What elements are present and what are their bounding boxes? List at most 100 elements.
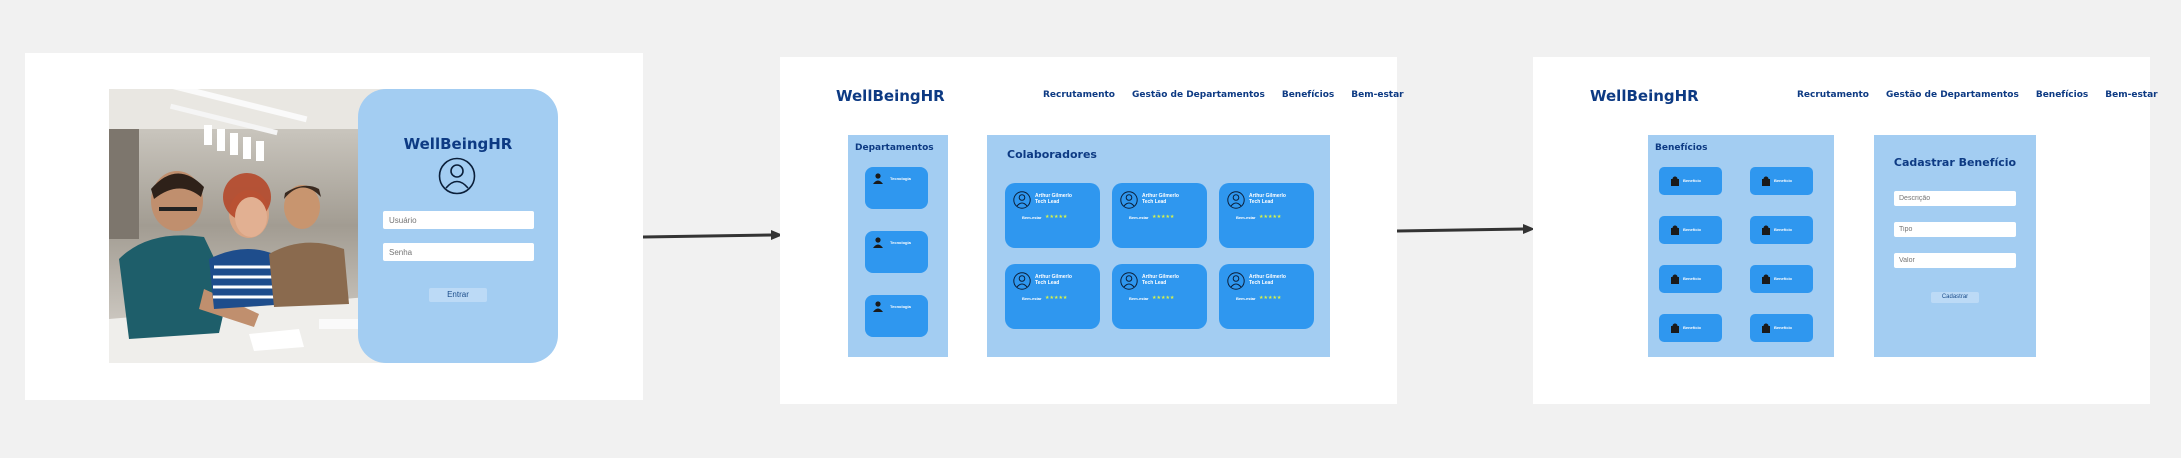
department-label: Tecnologia [890,304,911,309]
benefits-title: Benefícios [1655,143,1708,153]
wellbeing-rating: ★★★★★ [1152,214,1175,220]
wellbeing-label: Bem-estar [1022,215,1042,220]
benefit-label: Benefício [1683,325,1702,330]
collaborator-card[interactable]: Arthur Gilmerlo Tech Lead Bem-estar ★★★★… [1219,183,1314,248]
collaborator-avatar-icon [1120,191,1138,209]
collaborator-role: Tech Lead [1035,199,1060,205]
nav-beneficios[interactable]: Benefícios [1282,90,1334,100]
wellbeing-label: Bem-estar [1236,296,1256,301]
wellbeing-label: Bem-estar [1022,296,1042,301]
nav-gestao-departamentos[interactable]: Gestão de Departamentos [1886,90,2019,100]
collaborator-name: Arthur Gilmerlo Tech Lead [1249,274,1286,286]
nav-beneficios[interactable]: Benefícios [2036,90,2088,100]
benefit-icon [1762,323,1770,333]
collaborator-card[interactable]: Arthur Gilmerlo Tech Lead Bem-estar ★★★★… [1219,264,1314,329]
benefit-icon [1762,225,1770,235]
user-avatar-icon [438,157,476,200]
department-label: Tecnologia [890,240,911,245]
collaborator-name: Arthur Gilmerlo Tech Lead [1035,274,1072,286]
wellbeing-rating: ★★★★★ [1259,214,1282,220]
wellbeing-label: Bem-estar [1129,215,1149,220]
collaborator-role: Tech Lead [1142,199,1167,205]
wellbeing-label: Bem-estar [1129,296,1149,301]
benefit-icon [1671,323,1679,333]
benefit-label: Benefício [1683,276,1702,281]
departments-panel: Departamentos Tecnologia Tecnologia Tecn… [848,135,948,357]
username-input[interactable] [383,211,534,229]
wellbeing-label: Bem-estar [1236,215,1256,220]
value-input[interactable] [1894,253,2016,268]
collaborators-screen-frame: WellBeingHR Recrutamento Gestão de Depar… [780,57,1404,404]
description-input[interactable] [1894,191,2016,206]
wellbeing-rating: ★★★★★ [1152,295,1175,301]
brand-logo: WellBeingHR [1590,87,1699,105]
collaborator-avatar-icon [1120,272,1138,290]
department-icon [873,173,883,184]
collaborator-name: Arthur Gilmerlo Tech Lead [1035,193,1072,205]
benefit-label: Benefício [1683,227,1702,232]
benefit-card[interactable]: Benefício [1750,167,1813,195]
nav-gestao-departamentos[interactable]: Gestão de Departamentos [1132,90,1265,100]
benefit-card[interactable]: Benefício [1750,265,1813,293]
nav-bem-estar[interactable]: Bem-estar [2105,90,2157,100]
collaborator-avatar-icon [1013,272,1031,290]
wellbeing-rating: ★★★★★ [1045,214,1068,220]
nav-recrutamento[interactable]: Recrutamento [1797,90,1869,100]
register-benefit-button[interactable]: Cadastrar [1931,292,1979,303]
collaborator-role: Tech Lead [1142,280,1167,286]
collaborator-card[interactable]: Arthur Gilmerlo Tech Lead Bem-estar ★★★★… [1112,183,1207,248]
benefit-icon [1762,274,1770,284]
flow-arrow-2 [1397,224,1535,234]
login-card: WellBeingHR Entrar [358,89,558,363]
benefit-form-title: Cadastrar Benefício [1893,156,2017,169]
benefit-label: Benefício [1683,178,1702,183]
login-title: WellBeingHR [403,135,513,153]
wellbeing-rating: ★★★★★ [1259,295,1282,301]
benefit-card[interactable]: Benefício [1659,314,1722,342]
benefit-label: Benefício [1774,178,1793,183]
benefit-label: Benefício [1774,276,1793,281]
benefit-card[interactable]: Benefício [1750,314,1813,342]
wellbeing-rating: ★★★★★ [1045,295,1068,301]
benefit-icon [1762,176,1770,186]
collaborator-name: Arthur Gilmerlo Tech Lead [1142,274,1179,286]
collaborator-card[interactable]: Arthur Gilmerlo Tech Lead Bem-estar ★★★★… [1005,264,1100,329]
benefit-card[interactable]: Benefício [1750,216,1813,244]
collaborator-card[interactable]: Arthur Gilmerlo Tech Lead Bem-estar ★★★★… [1005,183,1100,248]
department-icon [873,301,883,312]
benefit-icon [1671,225,1679,235]
department-card[interactable]: Tecnologia [865,167,928,209]
department-icon [873,237,883,248]
collaborator-role: Tech Lead [1249,199,1274,205]
departments-title: Departamentos [855,143,934,153]
benefit-card[interactable]: Benefício [1659,216,1722,244]
benefit-card[interactable]: Benefício [1659,167,1722,195]
type-input[interactable] [1894,222,2016,237]
main-nav: Recrutamento Gestão de Departamentos Ben… [1043,90,1404,100]
benefit-icon [1671,176,1679,186]
collaborator-role: Tech Lead [1249,280,1274,286]
department-card[interactable]: Tecnologia [865,231,928,273]
login-button[interactable]: Entrar [429,288,487,302]
collaborators-title: Colaboradores [1007,148,1097,161]
nav-bem-estar[interactable]: Bem-estar [1351,90,1403,100]
password-input[interactable] [383,243,534,261]
benefits-screen-frame: WellBeingHR Recrutamento Gestão de Depar… [1533,57,2158,404]
collaborator-role: Tech Lead [1035,280,1060,286]
collaborator-avatar-icon [1227,272,1245,290]
benefit-card[interactable]: Benefício [1659,265,1722,293]
department-label: Tecnologia [890,176,911,181]
collaborator-name: Arthur Gilmerlo Tech Lead [1142,193,1179,205]
nav-recrutamento[interactable]: Recrutamento [1043,90,1115,100]
brand-logo: WellBeingHR [836,87,945,105]
collaborator-card[interactable]: Arthur Gilmerlo Tech Lead Bem-estar ★★★★… [1112,264,1207,329]
benefit-icon [1671,274,1679,284]
benefit-label: Benefício [1774,227,1793,232]
collaborators-panel: Colaboradores Arthur Gilmerlo Tech Lead … [987,135,1330,357]
collaborator-name: Arthur Gilmerlo Tech Lead [1249,193,1286,205]
collaborator-avatar-icon [1227,191,1245,209]
department-card[interactable]: Tecnologia [865,295,928,337]
benefit-form-panel: Cadastrar Benefício Cadastrar [1874,135,2036,357]
benefits-panel: Benefícios Benefício Benefício Benefício… [1648,135,1834,357]
flow-arrow-1 [643,230,783,240]
